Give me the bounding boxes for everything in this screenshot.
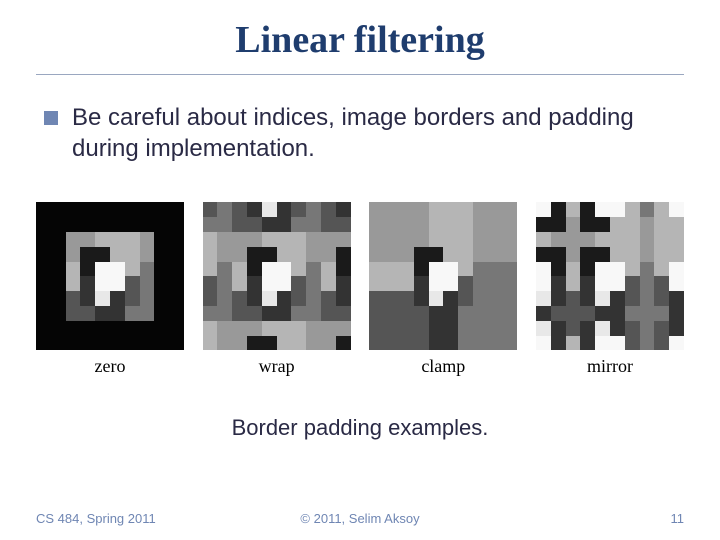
figure-label: wrap [259, 356, 295, 377]
figure-label: zero [95, 356, 126, 377]
slide-title: Linear filtering [36, 18, 684, 75]
figure-label: clamp [421, 356, 465, 377]
footer: CS 484, Spring 2011 © 2011, Selim Aksoy … [0, 511, 720, 526]
footer-left: CS 484, Spring 2011 [36, 511, 156, 526]
thumb-wrap [203, 202, 351, 350]
bullet-row: Be careful about indices, image borders … [36, 103, 684, 164]
slide: Linear filtering Be careful about indice… [0, 0, 720, 540]
thumb-zero [36, 202, 184, 350]
figure-zero: zero [36, 202, 184, 377]
figure-row: zero wrap clamp mirror [36, 202, 684, 377]
thumb-clamp [369, 202, 517, 350]
figure-label: mirror [587, 356, 633, 377]
footer-center: © 2011, Selim Aksoy [300, 511, 419, 526]
square-bullet-icon [44, 111, 58, 125]
figure-wrap: wrap [203, 202, 351, 377]
footer-page-number: 11 [671, 511, 685, 526]
bullet-text: Be careful about indices, image borders … [72, 103, 684, 164]
thumb-mirror [536, 202, 684, 350]
figure-clamp: clamp [369, 202, 517, 377]
figure-caption: Border padding examples. [36, 415, 684, 441]
figure-mirror: mirror [536, 202, 684, 377]
